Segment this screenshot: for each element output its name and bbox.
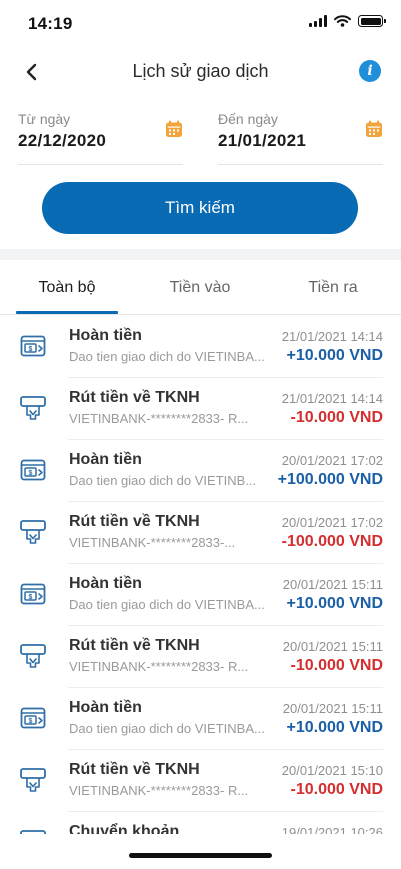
transaction-row[interactable]: Rút tiền về TKNH VIETINBANK-********2833-…: [0, 378, 401, 440]
transaction-row[interactable]: Chuyển khoản 19/01/2021 10:26: [0, 812, 401, 834]
transaction-time: 20/01/2021 15:10: [281, 763, 383, 778]
section-divider: [0, 249, 401, 260]
transaction-title: Rút tiền về TKNH: [69, 761, 200, 778]
transaction-description: Dao tien giao dich do VIETINBA...: [69, 597, 265, 612]
transaction-amount: +100.000 VND: [277, 471, 383, 488]
svg-text:$: $: [29, 594, 33, 601]
transaction-list[interactable]: $ Hoàn tiền Dao tien giao dich do VIETINBA…: [0, 316, 401, 834]
transaction-row[interactable]: Rút tiền về TKNH VIETINBANK-********2833-…: [0, 502, 401, 564]
from-date-value: 22/12/2020: [18, 131, 107, 150]
transaction-time: 20/01/2021 15:11: [282, 701, 383, 716]
battery-icon: [358, 15, 386, 27]
transaction-time: 20/01/2021 15:11: [282, 577, 383, 592]
refund-wallet-icon: $: [18, 703, 48, 733]
tab-all[interactable]: Toàn bộ: [16, 260, 118, 315]
transaction-time: 21/01/2021 14:14: [281, 391, 383, 406]
transaction-row[interactable]: $ Hoàn tiền Dao tien giao dich do VIETINBA…: [0, 316, 401, 378]
svg-text:$: $: [29, 470, 33, 477]
transaction-title: Hoàn tiền: [69, 699, 142, 716]
date-range: Từ ngày 22/12/2020 Đến ngày 21/01/2021: [18, 100, 383, 165]
from-date-label: Từ ngày: [18, 111, 71, 127]
withdraw-icon: [18, 765, 48, 795]
transaction-time: 21/01/2021 14:14: [281, 329, 383, 344]
transaction-title: Rút tiền về TKNH: [69, 389, 200, 406]
home-indicator: [129, 853, 272, 858]
transaction-amount: -10.000 VND: [290, 657, 384, 674]
transaction-description: Dao tien giao dich do VIETINBA...: [69, 721, 265, 736]
page-title: Lịch sử giao dịch: [132, 61, 269, 81]
transaction-row[interactable]: $ Hoàn tiền Dao tien giao dich do VIETINBA…: [0, 688, 401, 750]
transaction-amount: +10.000 VND: [286, 719, 383, 736]
status-time: 14:19: [28, 14, 73, 33]
transaction-row[interactable]: $ Hoàn tiền Dao tien giao dich do VIETINBA…: [0, 564, 401, 626]
transaction-description: VIETINBANK-********2833- R...: [69, 659, 249, 674]
transaction-time: 19/01/2021 10:26: [281, 825, 383, 834]
transaction-amount: -10.000 VND: [290, 409, 384, 426]
transaction-description: VIETINBANK-********2833-...: [69, 535, 236, 550]
transaction-title: Hoàn tiền: [69, 451, 142, 468]
withdraw-icon: [18, 393, 48, 423]
transaction-time: 20/01/2021 17:02: [281, 515, 383, 530]
to-date-value: 21/01/2021: [218, 131, 307, 150]
tab-outgoing[interactable]: Tiền ra: [283, 260, 383, 315]
transaction-description: Dao tien giao dich do VIETINBA...: [69, 349, 265, 364]
transaction-title: Hoàn tiền: [69, 575, 142, 592]
transaction-time: 20/01/2021 17:02: [281, 453, 383, 468]
from-date-field[interactable]: Từ ngày 22/12/2020: [18, 100, 183, 165]
transaction-amount: -100.000 VND: [281, 533, 383, 550]
transaction-amount: +10.000 VND: [286, 595, 383, 612]
nav-bar: Lịch sử giao dịch i: [0, 44, 401, 100]
calendar-icon[interactable]: [165, 120, 183, 138]
transaction-title: Rút tiền về TKNH: [69, 637, 200, 654]
withdraw-icon: [18, 517, 48, 547]
transaction-description: VIETINBANK-********2833- R...: [69, 411, 249, 426]
status-icons: [309, 15, 386, 27]
transfer-icon: [18, 827, 48, 834]
transaction-row[interactable]: $ Hoàn tiền Dao tien giao dich do VIETINB.…: [0, 440, 401, 502]
info-icon[interactable]: i: [359, 60, 381, 82]
transaction-title: Rút tiền về TKNH: [69, 513, 200, 530]
svg-text:$: $: [29, 346, 33, 353]
transaction-description: VIETINBANK-********2833- R...: [69, 783, 249, 798]
active-tab-indicator: [16, 311, 118, 314]
transaction-title: Chuyển khoản: [69, 823, 180, 834]
transaction-row[interactable]: Rút tiền về TKNH VIETINBANK-********2833-…: [0, 626, 401, 688]
transaction-time: 20/01/2021 15:11: [282, 639, 383, 654]
tab-incoming[interactable]: Tiền vào: [150, 260, 250, 315]
svg-text:$: $: [29, 718, 33, 725]
transaction-description: Dao tien giao dich do VIETINB...: [69, 473, 257, 488]
transaction-title: Hoàn tiền: [69, 327, 142, 344]
to-date-field[interactable]: Đến ngày 21/01/2021: [218, 100, 383, 165]
search-button[interactable]: Tìm kiếm: [42, 182, 358, 234]
tab-bar: Toàn bộ Tiền vào Tiền ra: [0, 260, 401, 315]
calendar-icon[interactable]: [365, 120, 383, 138]
status-bar: 14:19: [0, 0, 401, 44]
transaction-amount: +10.000 VND: [286, 347, 383, 364]
refund-wallet-icon: $: [18, 455, 48, 485]
refund-wallet-icon: $: [18, 331, 48, 361]
withdraw-icon: [18, 641, 48, 671]
to-date-label: Đến ngày: [218, 111, 278, 127]
refund-wallet-icon: $: [18, 579, 48, 609]
cellular-signal-icon: [309, 15, 327, 27]
transaction-amount: -10.000 VND: [290, 781, 384, 798]
wifi-icon: [334, 15, 351, 27]
transaction-row[interactable]: Rút tiền về TKNH VIETINBANK-********2833-…: [0, 750, 401, 812]
